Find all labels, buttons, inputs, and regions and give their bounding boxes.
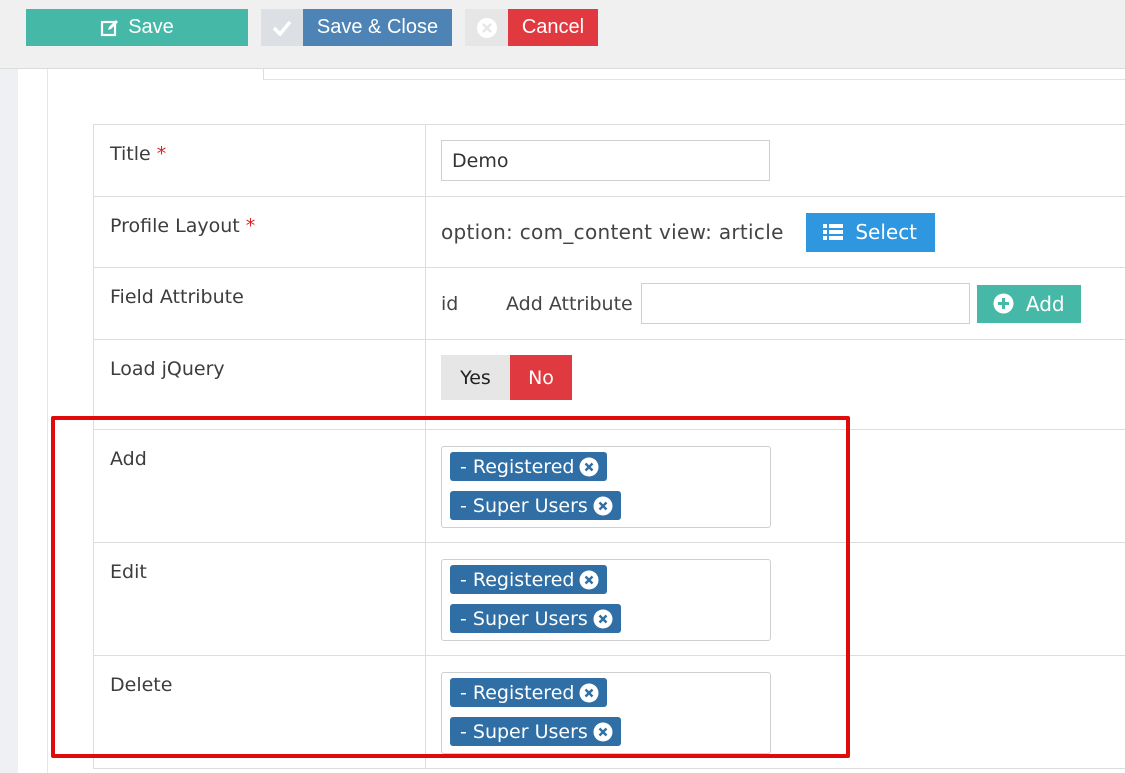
group-chip: - Registered — [450, 452, 608, 481]
required-marker: * — [156, 143, 167, 165]
field-attribute-label: Field Attribute — [110, 286, 244, 308]
remove-icon[interactable] — [593, 722, 613, 742]
form-row-load-jquery: Load jQuery Yes No — [93, 339, 1125, 430]
form-row-add-permission: Add - Registered - Super Users — [93, 429, 1125, 543]
tab-edge — [263, 69, 264, 79]
load-jquery-toggle: Yes No — [441, 355, 1125, 400]
edit-icon — [100, 18, 120, 38]
add-groups-select[interactable]: - Registered - Super Users — [441, 446, 771, 528]
group-chip: - Super Users — [450, 491, 621, 520]
form-row-field-attribute: Field Attribute id Add Attribute Add — [93, 267, 1125, 340]
form-row-profile-layout: Profile Layout * option: com_content view… — [93, 196, 1125, 268]
remove-icon[interactable] — [579, 570, 599, 590]
group-chip: - Registered — [450, 565, 608, 594]
no-option[interactable]: No — [510, 355, 572, 400]
form-row-delete-permission: Delete - Registered - Super Users — [93, 655, 1125, 769]
cancel-button[interactable]: Cancel — [465, 9, 598, 46]
check-icon — [261, 9, 303, 46]
plus-circle-icon — [993, 293, 1014, 314]
save-close-button[interactable]: Save & Close — [261, 9, 452, 46]
yes-option[interactable]: Yes — [441, 355, 510, 400]
add-permission-label: Add — [110, 448, 147, 470]
add-button[interactable]: Add — [976, 284, 1081, 323]
settings-form: Title* Profile Layout* option: com_conte… — [93, 124, 1125, 769]
add-attribute-label: Add Attribute — [506, 292, 633, 315]
select-label: Select — [855, 220, 918, 244]
title-input[interactable] — [441, 140, 770, 181]
divider — [47, 69, 48, 773]
list-icon — [823, 223, 844, 241]
form-row-title: Title * — [93, 124, 1125, 197]
select-button[interactable]: Select — [805, 212, 935, 252]
edit-permission-label: Edit — [110, 561, 147, 583]
title-label: Title — [110, 143, 151, 165]
save-button[interactable]: Save — [26, 9, 248, 46]
profile-layout-label: Profile Layout — [110, 215, 240, 237]
close-circle-icon — [465, 9, 508, 46]
group-chip: - Super Users — [450, 604, 621, 633]
save-close-label: Save & Close — [303, 9, 452, 46]
toolbar: Save Save & Close Cancel — [0, 0, 1125, 69]
remove-icon[interactable] — [593, 609, 613, 629]
group-chip: - Registered — [450, 678, 608, 707]
group-chip: - Super Users — [450, 717, 621, 746]
remove-icon[interactable] — [593, 496, 613, 516]
load-jquery-label: Load jQuery — [110, 358, 225, 380]
profile-layout-value: option: com_content view: article — [441, 220, 784, 244]
save-label: Save — [128, 16, 174, 38]
cancel-label: Cancel — [508, 9, 598, 46]
required-marker: * — [245, 215, 256, 237]
delete-groups-select[interactable]: - Registered - Super Users — [441, 672, 771, 754]
sidebar-gutter — [0, 69, 18, 773]
tab-divider — [263, 79, 1125, 80]
remove-icon[interactable] — [579, 457, 599, 477]
delete-permission-label: Delete — [110, 674, 173, 696]
remove-icon[interactable] — [579, 683, 599, 703]
edit-groups-select[interactable]: - Registered - Super Users — [441, 559, 771, 641]
add-label: Add — [1025, 291, 1065, 316]
form-row-edit-permission: Edit - Registered - Super Users — [93, 542, 1125, 656]
add-attribute-input[interactable] — [640, 283, 970, 324]
attribute-id: id — [441, 292, 459, 315]
